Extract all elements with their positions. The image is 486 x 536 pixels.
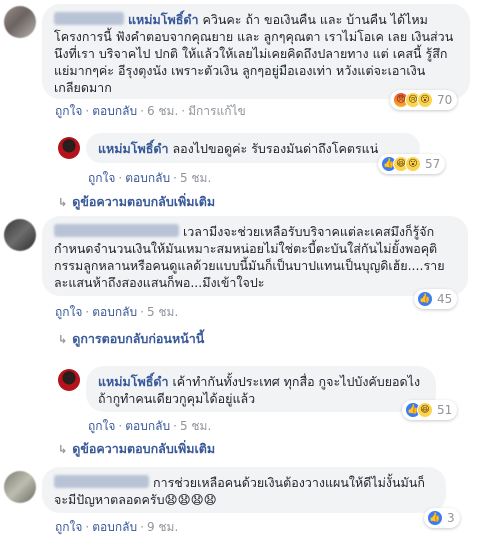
- reply-author[interactable]: แหม่มโพธิ์ดำ: [98, 374, 169, 389]
- reaction-summary[interactable]: 👍 😆 😮 57: [378, 154, 446, 174]
- reply-bubble: แหม่มโพธิ์ดำ เค้าทำกันทั้งประเทศ ทุกสื่อ…: [86, 366, 436, 412]
- like-link[interactable]: ถูกใจ: [88, 419, 115, 433]
- reaction-count: 57: [425, 157, 441, 171]
- reply-author[interactable]: แหม่มโพธิ์ดำ: [98, 141, 169, 156]
- reaction-count: 45: [437, 292, 453, 306]
- like-link[interactable]: ถูกใจ: [55, 520, 82, 534]
- view-more-replies-link[interactable]: ↳ ดูข้อความตอบกลับเพิ่มเติม: [58, 439, 215, 459]
- like-link[interactable]: ถูกใจ: [55, 104, 82, 118]
- page-avatar[interactable]: [58, 369, 80, 391]
- comment-actions: ถูกใจ · ตอบกลับ · 6 ชม. · มีการแก้ไข: [55, 104, 246, 118]
- reply-actions: ถูกใจ · ตอบกลับ · 5 ชม.: [88, 419, 212, 433]
- avatar[interactable]: [4, 6, 36, 38]
- reply-link[interactable]: ตอบกลับ: [92, 305, 137, 319]
- view-more-replies-link[interactable]: ↳ ดูข้อความตอบกลับเพิ่มเติม: [58, 192, 215, 212]
- redacted-author-name[interactable]: [54, 12, 124, 25]
- reply-arrow-icon: ↳: [58, 443, 68, 456]
- haha-reaction-icon: 😆: [417, 402, 433, 418]
- reaction-summary[interactable]: 👍 😆 51: [402, 400, 458, 420]
- reaction-count: 70: [437, 93, 453, 107]
- reply-link[interactable]: ตอบกลับ: [92, 520, 137, 534]
- like-reaction-icon: 👍: [427, 510, 443, 526]
- reaction-count: 51: [437, 403, 453, 417]
- reply-text: ลองไปขอดูค่ะ รับรองมันด่าถึงโคตรแน่: [172, 141, 379, 156]
- reaction-summary[interactable]: 👍 45: [414, 289, 458, 309]
- comment-bubble: แหม่มโพธิ์ดำ ควินคะ ถ้า ขอเงินคืน และ บ้…: [42, 4, 470, 99]
- like-link[interactable]: ถูกใจ: [88, 171, 115, 185]
- reaction-summary[interactable]: 😠 😢 😮 70: [390, 90, 458, 110]
- like-reaction-icon: 👍: [417, 291, 433, 307]
- avatar[interactable]: [4, 471, 36, 503]
- comment-actions: ถูกใจ · ตอบกลับ · 9 ชม.: [55, 520, 179, 534]
- reply-arrow-icon: ↳: [58, 196, 68, 209]
- reaction-summary[interactable]: 👍 3: [424, 508, 460, 528]
- wow-reaction-icon: 😮: [405, 156, 421, 172]
- page-avatar[interactable]: [58, 137, 80, 159]
- reply-bubble: แหม่มโพธิ์ดำ ลองไปขอดูค่ะ รับรองมันด่าถึ…: [86, 133, 420, 163]
- timestamp[interactable]: 9 ชม.: [147, 520, 178, 534]
- comment-bubble: เวลามีงจะช่วยเหลือรับบริจาคแต่ละเคสมึงก็…: [42, 216, 468, 296]
- comment-actions: ถูกใจ · ตอบกลับ · 5 ชม.: [55, 305, 179, 319]
- comment-author[interactable]: แหม่มโพธิ์ดำ: [128, 12, 199, 27]
- wow-reaction-icon: 😮: [417, 92, 433, 108]
- edited-label[interactable]: มีการแก้ไข: [188, 104, 246, 118]
- reply-link[interactable]: ตอบกลับ: [125, 419, 170, 433]
- reply-link[interactable]: ตอบกลับ: [125, 171, 170, 185]
- reply-arrow-icon: ↳: [58, 333, 68, 346]
- reaction-count: 3: [447, 511, 455, 525]
- timestamp[interactable]: 6 ชม.: [147, 104, 178, 118]
- timestamp[interactable]: 5 ชม.: [180, 171, 211, 185]
- timestamp[interactable]: 5 ชม.: [180, 419, 211, 433]
- reply-actions: ถูกใจ · ตอบกลับ · 5 ชม.: [88, 171, 212, 185]
- timestamp[interactable]: 5 ชม.: [147, 305, 178, 319]
- redacted-author-name[interactable]: [54, 475, 149, 488]
- reply-link[interactable]: ตอบกลับ: [92, 104, 137, 118]
- comment-bubble: การช่วยเหลือคนด้วยเงินต้องวางแผนให้ดีไม่…: [42, 467, 446, 513]
- like-link[interactable]: ถูกใจ: [55, 305, 82, 319]
- redacted-author-name[interactable]: [54, 224, 179, 237]
- view-previous-replies-link[interactable]: ↳ ดูการตอบกลับก่อนหน้านี้: [58, 329, 204, 349]
- avatar[interactable]: [4, 219, 36, 251]
